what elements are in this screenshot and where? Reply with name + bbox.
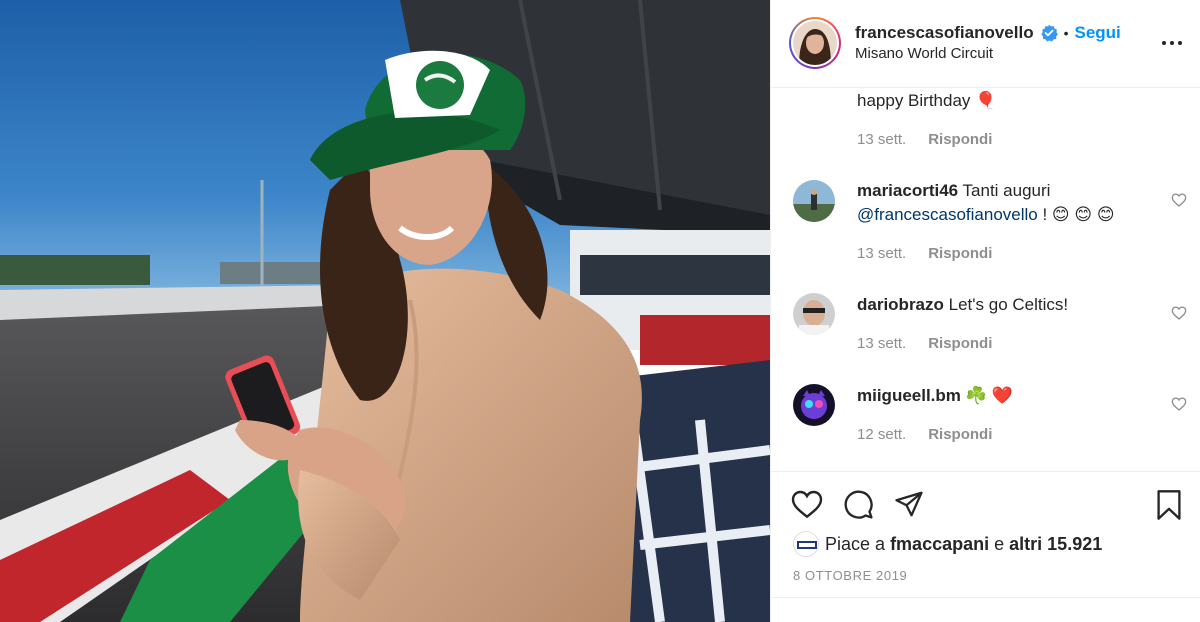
liker-username[interactable]: fmaccapani: [890, 534, 989, 555]
reply-button[interactable]: Rispondi: [928, 131, 992, 148]
comment-body: miigueell.bm ☘️ ❤️: [857, 384, 1013, 408]
likes-count[interactable]: altri 15.921: [1009, 534, 1102, 555]
mention-link[interactable]: @francescasofianovello: [857, 205, 1038, 224]
comment-icon[interactable]: [843, 489, 874, 525]
likes-conj: e: [994, 533, 1005, 554]
comment-meta: 13 sett. Rispondi: [857, 245, 992, 262]
comment-emoji: ! 😊 😊 😊: [1042, 205, 1115, 224]
comment-time[interactable]: 13 sett.: [857, 131, 906, 148]
post-photo[interactable]: [0, 0, 770, 622]
post-location[interactable]: Misano World Circuit: [855, 45, 993, 62]
comment-username[interactable]: mariacorti46: [857, 181, 958, 200]
share-icon[interactable]: [893, 489, 925, 524]
comment-meta: 13 sett. Rispondi: [857, 131, 992, 148]
comment-text: Tanti auguri: [962, 181, 1051, 200]
reply-button[interactable]: Rispondi: [928, 245, 992, 262]
author-avatar-image: [793, 21, 837, 65]
comment-text: Let's go Celtics!: [948, 295, 1069, 314]
comment-body: dariobrazo Let's go Celtics!: [857, 293, 1068, 317]
bookmark-icon[interactable]: [1156, 489, 1182, 526]
likes-prefix: Piace a: [825, 533, 886, 554]
comment-time[interactable]: 12 sett.: [857, 426, 906, 443]
liker-avatar[interactable]: [793, 531, 819, 557]
comment-body: mariacorti46 Tanti auguri @francescasofi…: [857, 179, 1157, 227]
author-avatar[interactable]: [789, 17, 841, 69]
comment-avatar[interactable]: [793, 180, 835, 222]
verified-badge-icon: [1040, 24, 1058, 42]
comment-avatar[interactable]: [793, 384, 835, 426]
likes-summary: Piace a fmaccapani e altri 15.921: [793, 531, 1102, 557]
post-date[interactable]: 8 OTTOBRE 2019: [793, 568, 907, 583]
comment-like-heart-icon[interactable]: [1171, 396, 1187, 412]
more-options-icon[interactable]: [1159, 30, 1185, 56]
comment-text: happy Birthday 🎈: [857, 91, 997, 110]
instagram-post: francescasofianovello • Segui Misano Wor…: [0, 0, 1200, 622]
comment-username[interactable]: miigueell.bm: [857, 386, 961, 405]
comment-meta: 12 sett. Rispondi: [857, 426, 992, 443]
author-line: francescasofianovello • Segui: [855, 21, 1121, 45]
comment-time[interactable]: 13 sett.: [857, 335, 906, 352]
comment-time[interactable]: 13 sett.: [857, 245, 906, 262]
post-actions: Piace a fmaccapani e altri 15.921 8 OTTO…: [771, 471, 1200, 622]
comment-meta: 13 sett. Rispondi: [857, 335, 992, 352]
separator-dot: •: [1063, 25, 1069, 41]
comment-avatar[interactable]: [793, 293, 835, 335]
post-header: francescasofianovello • Segui Misano Wor…: [771, 0, 1200, 88]
divider: [771, 597, 1200, 598]
author-username[interactable]: francescasofianovello: [855, 23, 1034, 43]
post-sidebar: francescasofianovello • Segui Misano Wor…: [770, 0, 1200, 622]
heart-icon[interactable]: [791, 489, 823, 524]
follow-button[interactable]: Segui: [1074, 23, 1120, 43]
comment-text: ☘️ ❤️: [965, 386, 1013, 405]
post-image: [0, 0, 770, 622]
comment-like-heart-icon[interactable]: [1171, 192, 1187, 208]
reply-button[interactable]: Rispondi: [928, 426, 992, 443]
comment-like-heart-icon[interactable]: [1171, 305, 1187, 321]
reply-button[interactable]: Rispondi: [928, 335, 992, 352]
comment-username[interactable]: dariobrazo: [857, 295, 944, 314]
